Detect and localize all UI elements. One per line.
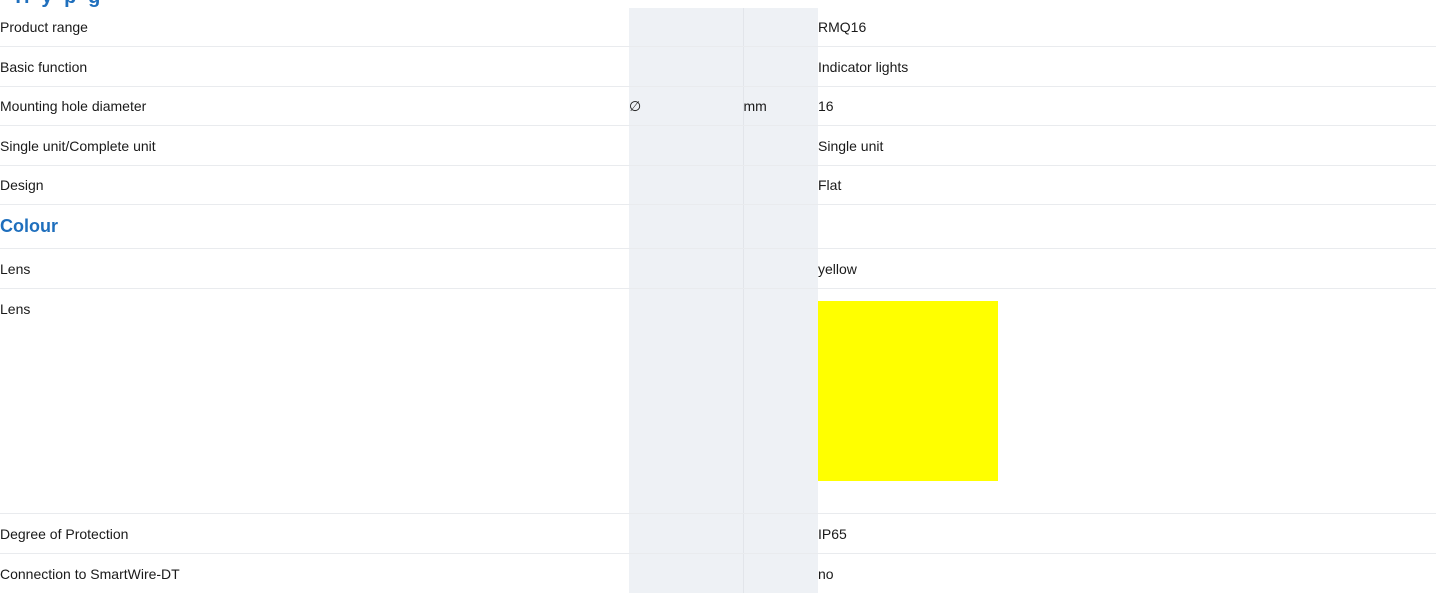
row-unit: [743, 554, 818, 593]
row-symbol: [629, 47, 743, 87]
row-label: Design: [0, 166, 629, 205]
row-unit: [743, 47, 818, 87]
row-label: Connection to SmartWire-DT: [0, 554, 629, 593]
row-symbol: [629, 289, 743, 514]
row-symbol: [629, 166, 743, 205]
spec-row-lens-swatch: Lens: [0, 289, 1436, 514]
row-unit: mm: [743, 87, 818, 126]
row-value: [818, 289, 1436, 514]
spec-row-lens-text: Lens yellow: [0, 249, 1436, 289]
spec-row-smartwire-dt: Connection to SmartWire-DT no: [0, 554, 1436, 593]
row-symbol: [629, 205, 743, 249]
spec-row-mounting-hole-diameter: Mounting hole diameter ∅ mm 16: [0, 87, 1436, 126]
row-symbol: [629, 8, 743, 47]
row-unit: [743, 249, 818, 289]
section-row-colour: Colour: [0, 205, 1436, 249]
section-heading-colour: Colour: [0, 205, 629, 249]
row-label: Basic function: [0, 47, 629, 87]
spec-row-basic-function: Basic function Indicator lights: [0, 47, 1436, 87]
row-unit: [743, 205, 818, 249]
row-label: Degree of Protection: [0, 514, 629, 554]
spec-table: Product range RMQ16 Basic function Indic…: [0, 8, 1436, 593]
row-label: Mounting hole diameter: [0, 87, 629, 126]
row-value: Single unit: [818, 126, 1436, 166]
row-symbol: [629, 514, 743, 554]
spec-row-degree-of-protection: Degree of Protection IP65: [0, 514, 1436, 554]
row-symbol: [629, 554, 743, 593]
spec-row-product-range: Product range RMQ16: [0, 8, 1436, 47]
row-value: no: [818, 554, 1436, 593]
row-unit: [743, 166, 818, 205]
row-value: Indicator lights: [818, 47, 1436, 87]
row-unit: [743, 289, 818, 514]
diameter-symbol: ∅: [629, 87, 743, 126]
row-value: IP65: [818, 514, 1436, 554]
row-label: Lens: [0, 289, 629, 514]
row-value: [818, 205, 1436, 249]
row-label: Single unit/Complete unit: [0, 126, 629, 166]
spec-row-single-complete-unit: Single unit/Complete unit Single unit: [0, 126, 1436, 166]
row-symbol: [629, 249, 743, 289]
row-value: yellow: [818, 249, 1436, 289]
row-unit: [743, 8, 818, 47]
row-value: RMQ16: [818, 8, 1436, 47]
row-symbol: [629, 126, 743, 166]
spec-row-design: Design Flat: [0, 166, 1436, 205]
row-label: Product range: [0, 8, 629, 47]
row-label: Lens: [0, 249, 629, 289]
lens-colour-swatch: [818, 301, 998, 481]
row-value: Flat: [818, 166, 1436, 205]
row-value: 16: [818, 87, 1436, 126]
row-unit: [743, 514, 818, 554]
row-unit: [743, 126, 818, 166]
